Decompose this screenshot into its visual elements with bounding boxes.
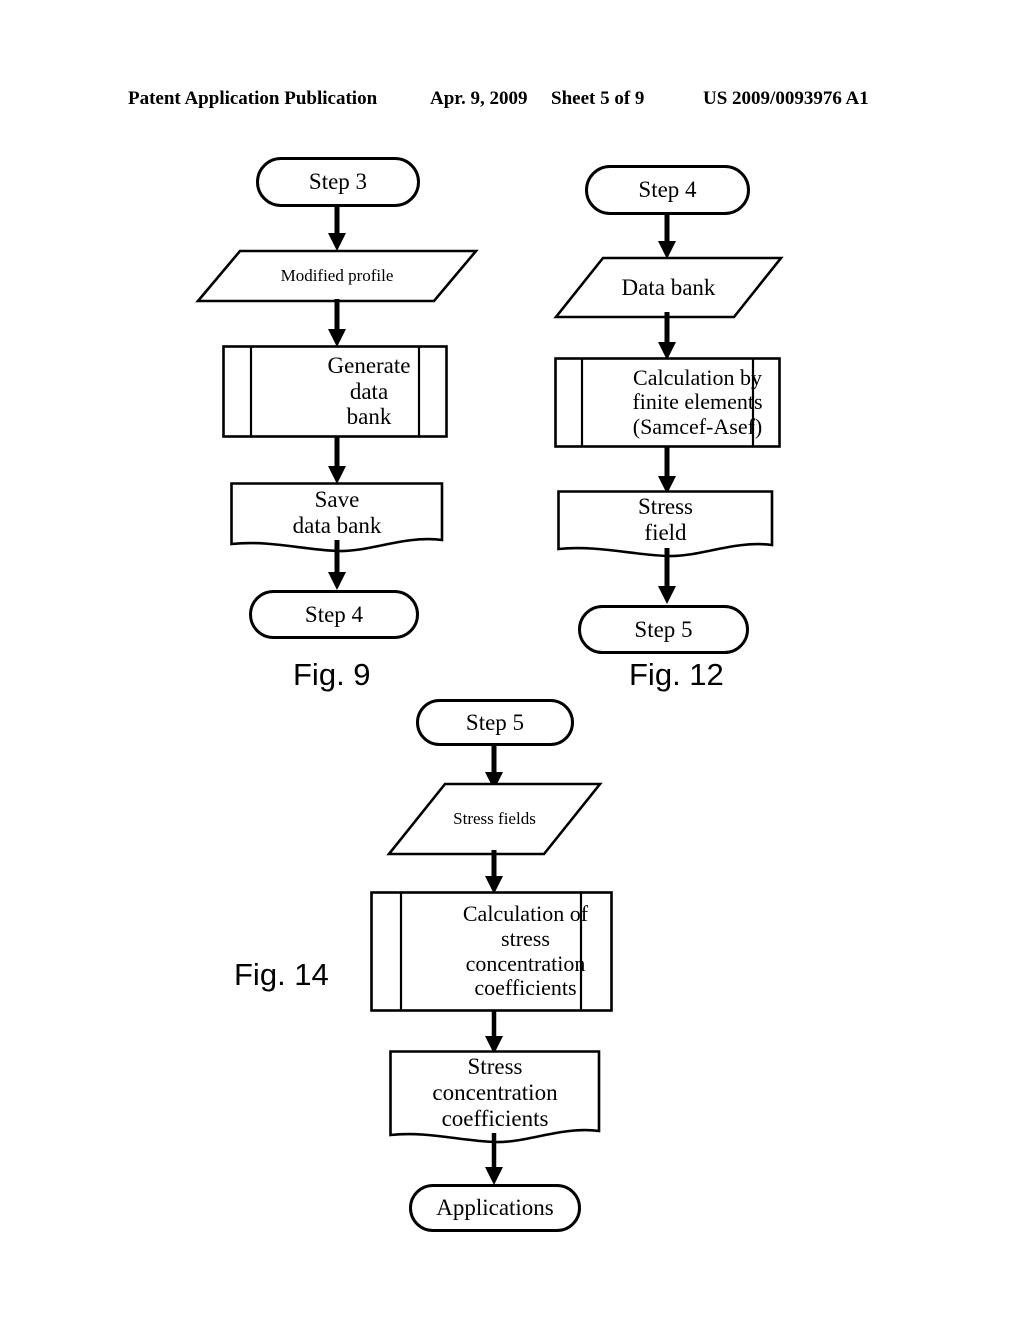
fig9-start-terminator: Step 3 [256, 157, 420, 207]
fig9-process-predefined: Generate data bank [222, 345, 448, 438]
fig14-connector-input-to-process [483, 850, 505, 896]
fig14-process-predefined: Calculation of stress concentration coef… [370, 891, 613, 1012]
fig9-connector-document-to-end [326, 540, 348, 592]
fig12-connector-input-to-process [656, 312, 678, 362]
fig12-end-terminator: Step 5 [578, 605, 749, 654]
fig12-process-predefined: Calculation by finite elements (Samcef-A… [554, 357, 781, 448]
fig14-end-terminator: Applications [409, 1184, 581, 1232]
fig12-connector-start-to-input [656, 213, 678, 261]
fig9-input-parallelogram: Modified profile [195, 249, 479, 303]
fig9-connector-process-to-document [326, 436, 348, 486]
fig9-caption: Fig. 9 [293, 657, 371, 692]
header-publication-title: Patent Application Publication [128, 88, 378, 109]
fig12-input-parallelogram: Data bank [553, 256, 784, 319]
fig9-end-terminator: Step 4 [249, 590, 419, 639]
fig14-start-terminator: Step 5 [416, 699, 574, 746]
fig12-caption: Fig. 12 [629, 657, 724, 692]
fig12-start-terminator: Step 4 [585, 165, 750, 215]
fig14-input-parallelogram: Stress fields [386, 782, 603, 856]
patent-drawing-page: Patent Application Publication Apr. 9, 2… [0, 0, 1024, 1320]
patent-header: Patent Application Publication Apr. 9, 2… [0, 88, 1024, 114]
header-date: Apr. 9, 2009 [430, 88, 528, 109]
fig12-connector-process-to-document [656, 446, 678, 496]
fig14-connector-document-to-end [483, 1133, 505, 1187]
fig12-connector-document-to-end [656, 548, 678, 606]
header-patent-number: US 2009/0093976 A1 [703, 88, 869, 109]
header-sheet-number: Sheet 5 of 9 [551, 88, 645, 109]
fig9-connector-input-to-process [326, 299, 348, 349]
fig14-caption: Fig. 14 [234, 957, 329, 992]
fig9-connector-start-to-input [326, 205, 348, 253]
